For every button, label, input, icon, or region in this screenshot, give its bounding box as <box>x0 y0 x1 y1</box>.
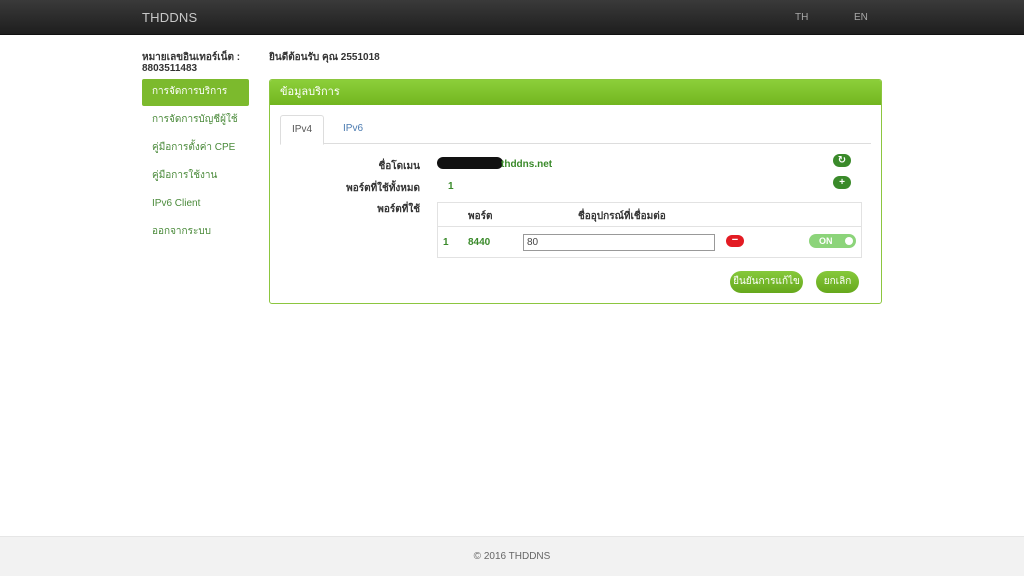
total-ports-label: พอร์ตที่ใช้ทั้งหมด <box>346 183 420 194</box>
toggle-label: ON <box>819 236 833 246</box>
brand-logo[interactable]: THDDNS <box>142 10 197 25</box>
sidebar-item-logout[interactable]: ออกจากระบบ <box>142 219 249 246</box>
sidebar-item-user-guide[interactable]: คู่มือการใช้งาน <box>142 163 249 190</box>
refresh-icon[interactable]: ↻ <box>833 154 851 167</box>
tab-bar: IPv4 IPv6 <box>280 115 871 145</box>
remove-port-icon[interactable]: − <box>726 235 744 247</box>
header-port: พอร์ต <box>468 211 493 222</box>
sidebar-item-service-management[interactable]: การจัดการบริการ <box>142 79 249 106</box>
footer: © 2016 THDDNS <box>0 536 1024 576</box>
redacted-domain-mask <box>437 157 503 169</box>
plus-icon[interactable]: + <box>833 176 851 189</box>
footer-copyright: © 2016 THDDNS <box>473 551 551 562</box>
account-number: 8803511483 <box>142 63 198 74</box>
device-name-input[interactable] <box>523 234 715 251</box>
sidebar-item-cpe-guide[interactable]: คู่มือการตั้งค่า CPE <box>142 135 249 162</box>
lang-en-link[interactable]: EN <box>854 12 868 23</box>
sidebar-item-account-management[interactable]: การจัดการบัญชีผู้ใช้ <box>142 107 249 134</box>
ports-table-header: พอร์ต ชื่ออุปกรณ์ที่เชื่อมต่อ <box>438 203 861 227</box>
cancel-button[interactable]: ยกเลิก <box>816 271 859 293</box>
toggle-knob <box>845 237 853 245</box>
welcome-text: ยินดีต้อนรับ คุณ 2551018 <box>269 52 380 63</box>
ports-table: พอร์ต ชื่ออุปกรณ์ที่เชื่อมต่อ 1 8440 − O… <box>437 202 862 258</box>
used-ports-label: พอร์ตที่ใช้ <box>377 204 420 215</box>
port-toggle[interactable]: ON <box>809 234 856 248</box>
service-panel: ข้อมูลบริการ IPv4 IPv6 ชื่อโดเมน thddns.… <box>269 79 882 304</box>
confirm-button[interactable]: ยืนยันการแก้ไข <box>730 271 803 293</box>
total-ports-value: 1 <box>448 181 454 192</box>
tab-ipv6[interactable]: IPv6 <box>332 115 374 144</box>
panel-title: ข้อมูลบริการ <box>270 80 881 105</box>
top-navbar: THDDNS TH EN <box>0 0 1024 35</box>
header-device-name: ชื่ออุปกรณ์ที่เชื่อมต่อ <box>578 211 666 222</box>
domain-label: ชื่อโดเมน <box>378 161 420 172</box>
sidebar-item-ipv6-client[interactable]: IPv6 Client <box>142 191 249 218</box>
sidebar: การจัดการบริการ การจัดการบัญชีผู้ใช้ คู่… <box>142 79 249 247</box>
row-port: 8440 <box>468 237 491 248</box>
domain-value: thddns.net <box>501 159 553 170</box>
tab-ipv4[interactable]: IPv4 <box>280 115 325 145</box>
row-index: 1 <box>443 237 449 248</box>
lang-th-link[interactable]: TH <box>795 12 808 23</box>
